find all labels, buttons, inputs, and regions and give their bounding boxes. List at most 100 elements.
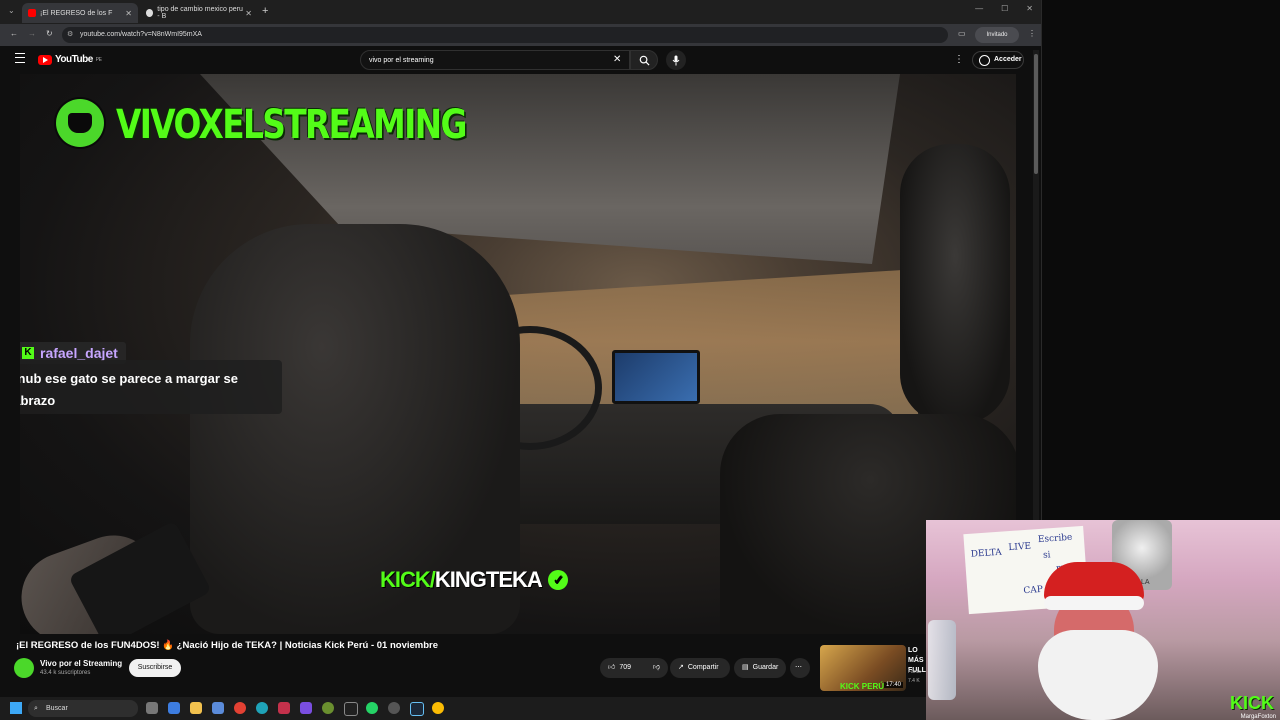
channel-name[interactable]: Vivo por el Streaming [40,659,122,668]
board-word: Escribe [1037,532,1073,546]
channel-watermark-logo [56,99,104,147]
kick-handle: KINGTEKA [434,567,543,592]
webcam-overlay: DELTA LIVE Escribe si me CAP CAPELLA KIC… [926,520,1280,720]
tab-exchange-rate[interactable]: tipo de cambio mexico peru - B ✕ [140,3,258,23]
santa-beard [1038,630,1158,720]
browser-menu-icon[interactable]: ⋮ [1028,29,1036,38]
tab-list-button[interactable]: ⌄ [8,6,15,15]
clear-search-icon[interactable]: ✕ [613,54,621,65]
like-dislike-group: 👍︎ 709 👎︎ [600,658,668,678]
app-icon[interactable] [322,702,334,714]
tab-title: ¡El REGRESO de los F [40,9,113,17]
new-tab-button[interactable]: + [262,5,268,17]
widgets-icon[interactable] [168,702,180,714]
file-explorer-icon[interactable] [190,702,202,714]
youtube-logo-text: YouTube [55,54,93,65]
more-options-icon[interactable]: ⋮ [954,54,964,65]
close-tab-icon[interactable]: ✕ [125,9,132,18]
video-player[interactable]: VIVOXELSTREAMING K rafael_dajet !anub es… [20,74,1016,634]
site-info-icon[interactable]: ⚙ [67,27,73,43]
kick-prefix: KICK/ [380,567,436,592]
youtube-header: YouTube PE vivo por el streaming ✕ ⋮ Acc… [0,46,1041,74]
video-duration: 17:40 [883,682,903,688]
board-word: CAP [1023,584,1044,597]
share-icon: ↗ [678,664,684,671]
board-word: si [1042,550,1051,561]
back-icon[interactable]: ← [10,29,18,38]
like-count: 709 [619,664,632,671]
search-icon [639,55,650,66]
dislike-button[interactable]: 👎︎ [653,658,660,678]
board-word: LIVE [1008,541,1032,554]
app-icon[interactable] [388,702,400,714]
url-field[interactable]: ⚙ youtube.com/watch?v=N8nWmI95mXA [62,27,948,43]
passenger-headrest [900,144,1010,424]
cast-icon[interactable]: ▭ [958,29,966,38]
youtube-play-icon [38,54,52,65]
related-video-thumbnail[interactable]: KICK PERÚ 17:40 [820,645,906,691]
subscriber-count: 43.4 k suscriptores [40,670,91,676]
close-tab-icon[interactable]: ✕ [245,9,252,18]
thumbs-down-icon: 👎︎ [652,664,660,671]
windows-start-icon[interactable] [10,702,22,714]
app-icon[interactable] [300,702,312,714]
microphone-icon [672,55,680,65]
bottle [928,620,956,700]
save-button[interactable]: ▤ Guardar [734,658,786,678]
taskbar-search[interactable]: ⌕ Buscar [28,700,138,717]
tab-bar: ⌄ ¡El REGRESO de los F ✕ tipo de cambio … [0,0,1041,24]
chrome-icon[interactable] [432,702,444,714]
guest-profile-label: Invitado [986,32,1008,38]
close-window-icon[interactable]: ✕ [1026,4,1033,13]
tab-title: tipo de cambio mexico peru - B [157,6,243,20]
more-actions-button[interactable]: ⋯ [790,658,810,678]
tab-youtube[interactable]: ¡El REGRESO de los F ✕ [22,3,138,23]
task-view-icon[interactable] [146,702,158,714]
taskbar-search-label: Buscar [46,705,68,712]
share-button[interactable]: ↗ Compartir [670,658,730,678]
save-icon: ▤ [742,664,749,671]
address-bar-row: ← → ↻ ⚙ youtube.com/watch?v=N8nWmI95mXA … [0,24,1041,46]
board-word: DELTA [970,547,1003,560]
steam-icon[interactable] [410,702,424,716]
url-text: youtube.com/watch?v=N8nWmI95mXA [80,31,202,38]
video-title: ¡El REGRESO de los FUN4DOS! 🔥 ¿Nació Hij… [16,640,439,651]
google-favicon-icon [146,9,154,17]
reload-icon[interactable]: ↻ [46,29,53,38]
maximize-icon[interactable]: ☐ [1001,4,1008,13]
store-icon[interactable] [212,702,224,714]
app-icon[interactable] [344,702,358,716]
account-icon [979,54,990,66]
channel-watermark-text: VIVOXELSTREAMING [116,102,467,148]
region-code: PE [95,56,102,63]
kick-badge-icon: K [22,347,34,359]
more-horizontal-icon: ⋯ [795,664,802,671]
kick-logo: KICK [1230,693,1274,713]
channel-avatar[interactable] [14,658,34,678]
voice-search-button[interactable] [666,50,686,70]
hamburger-menu-icon[interactable] [15,53,25,63]
subscribe-button[interactable]: Suscribirse [129,659,181,677]
chat-message: !anub ese gato se parece a margar se kab… [20,360,282,414]
search-input[interactable]: vivo por el streaming [360,50,630,70]
search-button[interactable] [630,50,658,70]
whatsapp-icon[interactable] [366,702,378,714]
kick-handle-overlay: KICK/KINGTEKA ✓ [380,567,568,593]
share-label: Compartir [687,664,719,671]
youtube-favicon-icon [28,9,36,17]
save-label: Guardar [752,664,779,671]
search-query: vivo por el streaming [369,57,434,64]
chat-username: rafael_dajet [40,345,118,361]
webcam-watermark: MargaFoxton [1240,714,1276,720]
santa-hat [1044,562,1144,610]
sign-in-button[interactable]: Acceder [972,51,1024,69]
app-icon[interactable] [278,702,290,714]
profile-button[interactable]: Invitado [975,27,1019,43]
youtube-logo[interactable]: YouTube PE [38,54,102,65]
sign-in-label: Acceder [994,56,1022,63]
chrome-icon[interactable] [234,702,246,714]
forward-icon[interactable]: → [28,29,36,38]
edge-icon[interactable] [256,702,268,714]
minimize-icon[interactable]: — [975,4,983,13]
like-button[interactable]: 👍︎ 709 [608,658,631,678]
